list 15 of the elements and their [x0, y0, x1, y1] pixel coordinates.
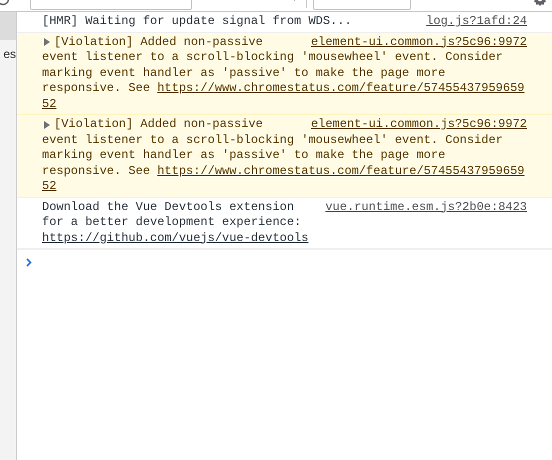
message-text: [HMR] Waiting for update signal from WDS...	[42, 14, 352, 28]
sidebar-item[interactable]: es	[0, 40, 16, 68]
source-link[interactable]: log.js?1afd:24	[426, 14, 527, 30]
message-text: for a better development experience: https://github.com/vuejs/vue-devtools	[42, 215, 310, 246]
prompt-chevron-icon	[26, 258, 32, 267]
message-text: [Violation] Added non-passive	[54, 34, 263, 50]
source-link[interactable]: vue.runtime.esm.js?2b0e:8423	[325, 200, 527, 215]
expand-triangle-icon[interactable]	[44, 120, 50, 129]
message-text: Download the Vue Devtools extension	[42, 200, 294, 215]
expand-triangle-icon[interactable]	[44, 38, 50, 46]
source-link[interactable]: element-ui.common.js?5c96:9972	[310, 117, 527, 132]
message-text: [Violation] Added non-passive	[54, 117, 263, 132]
message-text: event listener to a scroll-blocking 'mousewheel' event. Consider marking event handler as 'passive' to make the page more responsive. See https://www.chromestatus.com/feature/5745543795965952	[42, 50, 526, 112]
source-link[interactable]: element-ui.common.js?5c96:9972	[310, 34, 527, 50]
message-text: event listener to a scroll-blocking 'mousewheel' event. Consider marking event handler as 'passive' to make the page more responsive. See https://www.chromestatus.com/feature/5745543795965952	[42, 132, 526, 194]
